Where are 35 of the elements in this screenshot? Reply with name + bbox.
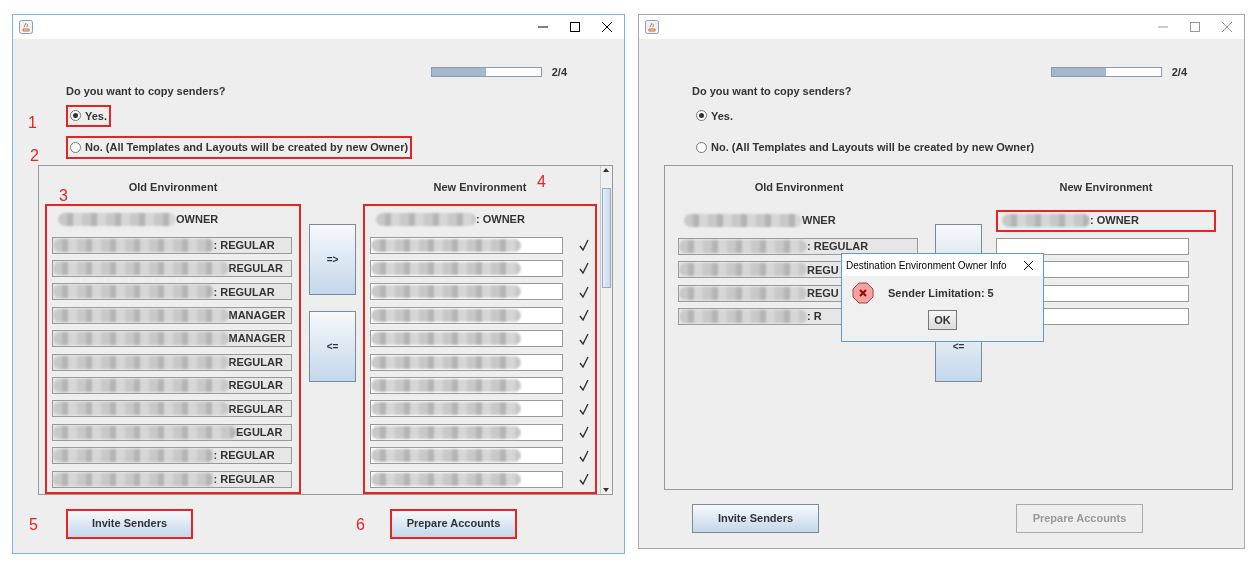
sender-role: REGULAR	[228, 401, 283, 417]
sender-role: MANAGER	[228, 308, 286, 323]
annotation-number: 1	[28, 112, 37, 133]
annotation-number: 2	[30, 146, 39, 166]
owner-label: WNER	[802, 213, 836, 229]
sender-role: REGU	[807, 285, 839, 301]
sender-role: REGULAR	[228, 378, 283, 394]
progress-label: 2/4	[551, 64, 567, 80]
sender-role: : REGULAR	[213, 284, 275, 300]
owner-label: : OWNER	[476, 211, 525, 227]
dialog-message: Sender Limitation: 5	[888, 285, 994, 301]
annotation-number: 4	[537, 172, 546, 193]
sender-role: MANAGER	[228, 331, 286, 347]
sender-role: REGULAR	[228, 261, 283, 277]
sender-role: : REGULAR	[807, 239, 869, 255]
column-heading: New Environment	[433, 180, 527, 193]
question-label: Do you want to copy senders?	[692, 84, 853, 99]
annotation-number: 5	[29, 514, 38, 535]
owner-label: OWNER	[176, 211, 219, 227]
sender-role: : REGULAR	[213, 237, 275, 253]
annotation-number: 3	[59, 186, 68, 207]
sender-role: : R	[807, 309, 822, 325]
column-heading: Old Environment	[128, 180, 218, 193]
annotation-number: 6	[356, 514, 365, 535]
question-label: Do you want to copy senders?	[66, 84, 227, 99]
column-heading: Old Environment	[754, 180, 844, 193]
progress-label: 2/4	[1171, 64, 1187, 80]
dialog-title: Destination Environment Owner Info	[846, 258, 1007, 273]
owner-label: : OWNER	[1090, 213, 1139, 229]
sender-role: : REGULAR	[213, 471, 275, 487]
sender-role: EGULAR	[236, 424, 283, 440]
column-heading: New Environment	[1059, 180, 1153, 193]
sender-role: REGU	[807, 262, 839, 278]
sender-role: REGULAR	[228, 354, 283, 370]
sender-role: : REGULAR	[213, 448, 275, 464]
